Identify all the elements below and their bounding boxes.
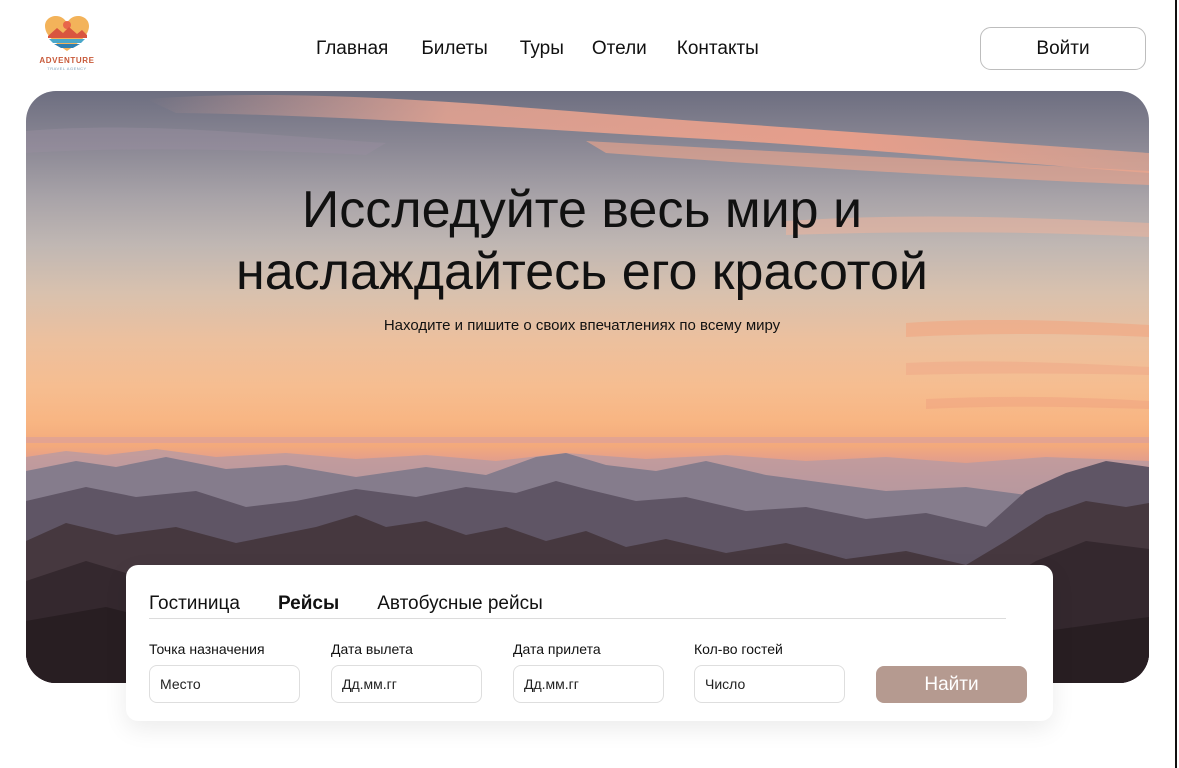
- departure-date-label: Дата вылета: [331, 641, 413, 657]
- nav-link-tickets[interactable]: Билеты: [421, 38, 487, 60]
- destination-label: Точка назначения: [149, 641, 265, 657]
- page-edge-line: [1175, 0, 1177, 768]
- nav-link-home[interactable]: Главная: [316, 38, 388, 60]
- main-nav: Главная Билеты Туры Отели Контакты: [316, 38, 792, 60]
- brand-logo[interactable]: ADVENTURE TRAVEL AGENCY: [34, 16, 100, 72]
- search-tabs: Гостиница Рейсы Автобусные рейсы: [149, 593, 543, 615]
- guests-label: Кол-во гостей: [694, 641, 783, 657]
- nav-link-contacts[interactable]: Контакты: [677, 38, 759, 60]
- arrival-date-label: Дата прилета: [513, 641, 601, 657]
- search-panel: Гостиница Рейсы Автобусные рейсы Точка н…: [126, 565, 1053, 721]
- guests-input[interactable]: [694, 665, 845, 703]
- nav-link-tours[interactable]: Туры: [520, 38, 564, 60]
- logo-heart-icon: [45, 16, 89, 51]
- tab-flights[interactable]: Рейсы: [278, 593, 339, 615]
- destination-input[interactable]: [149, 665, 300, 703]
- tab-bus[interactable]: Автобусные рейсы: [377, 593, 543, 615]
- nav-link-hotels[interactable]: Отели: [592, 38, 647, 60]
- brand-name: ADVENTURE: [39, 56, 95, 65]
- find-button[interactable]: Найти: [876, 666, 1027, 703]
- hero-title: Исследуйте весь мир и наслаждайтесь его …: [26, 179, 1138, 303]
- login-button[interactable]: Войти: [980, 27, 1146, 70]
- hero-subtitle: Находите и пишите о своих впечатлениях п…: [383, 317, 781, 334]
- arrival-date-input[interactable]: [513, 665, 664, 703]
- tab-hotel[interactable]: Гостиница: [149, 593, 240, 615]
- tabs-divider: [149, 618, 1006, 619]
- hero-title-line-2: наслаждайтесь его красотой: [236, 243, 928, 301]
- hero-title-line-1: Исследуйте весь мир и: [301, 181, 863, 239]
- departure-date-input[interactable]: [331, 665, 482, 703]
- brand-tagline: TRAVEL AGENCY: [47, 66, 87, 71]
